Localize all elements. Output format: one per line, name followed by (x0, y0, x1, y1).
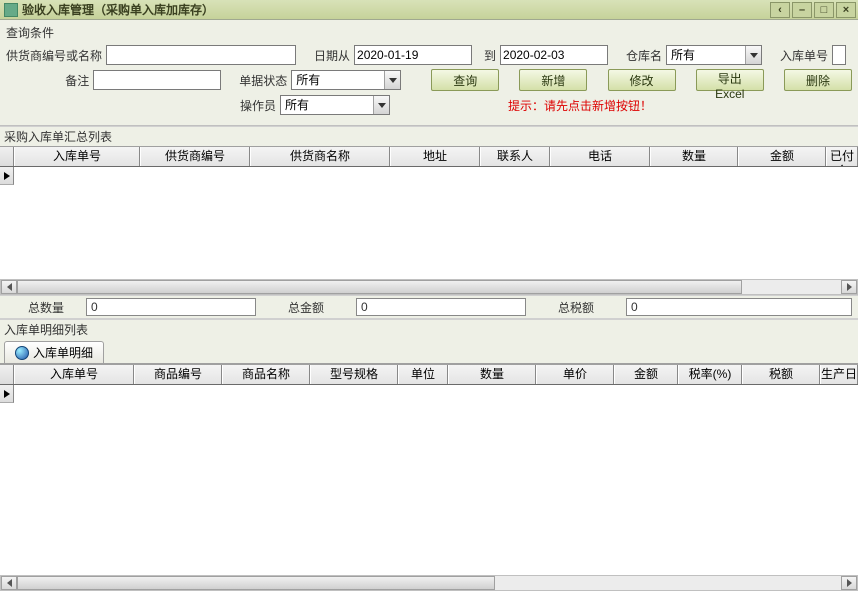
total-qty-value: 0 (86, 298, 256, 316)
totals-bar: 总数量 0 总金额 0 总税额 0 (0, 295, 858, 319)
col-supplier-name[interactable]: 供货商名称 (250, 147, 390, 166)
window-title: 验收入库管理（采购单入库加库存） (22, 1, 770, 18)
date-to-input[interactable] (500, 45, 608, 65)
dcol-qty[interactable]: 数量 (448, 365, 536, 384)
window-buttons: ‹ – □ × (770, 2, 858, 18)
summary-grid: 入库单号 供货商编号 供货商名称 地址 联系人 电话 数量 金额 已付金 (0, 146, 858, 279)
prev-window-button[interactable]: ‹ (770, 2, 790, 18)
scroll-right-button[interactable] (841, 576, 857, 590)
row-selector-head (0, 365, 14, 384)
tab-label: 入库单明细 (33, 344, 93, 361)
total-qty-label: 总数量 (6, 299, 86, 316)
summary-hscroll[interactable] (0, 279, 858, 295)
add-button[interactable]: 新增 (519, 69, 587, 91)
col-inbound-no[interactable]: 入库单号 (14, 147, 140, 166)
operator-label: 操作员 (6, 97, 276, 114)
dcol-tax[interactable]: 税额 (742, 365, 820, 384)
scroll-track[interactable] (17, 280, 841, 294)
dcol-proddate[interactable]: 生产日 (820, 365, 858, 384)
status-label: 单据状态 (239, 72, 287, 89)
export-button[interactable]: 导出Excel (696, 69, 764, 91)
date-from-input[interactable] (354, 45, 472, 65)
total-tax-value: 0 (626, 298, 852, 316)
dcol-item-code[interactable]: 商品编号 (134, 365, 222, 384)
detail-grid: 入库单号 商品编号 商品名称 型号规格 单位 数量 单价 金额 税率(%) 税额… (0, 364, 858, 575)
dcol-item-name[interactable]: 商品名称 (222, 365, 310, 384)
delete-button[interactable]: 删除 (784, 69, 852, 91)
maximize-button[interactable]: □ (814, 2, 834, 18)
col-address[interactable]: 地址 (390, 147, 480, 166)
scroll-thumb[interactable] (17, 280, 742, 294)
dcol-spec[interactable]: 型号规格 (310, 365, 398, 384)
query-panel: 查询条件 供货商编号或名称 日期从 到 仓库名 所有 入库单号 备注 单据状态 … (0, 20, 858, 126)
row-selector[interactable] (0, 167, 14, 185)
col-phone[interactable]: 电话 (550, 147, 650, 166)
scroll-left-button[interactable] (1, 576, 17, 590)
table-row[interactable] (0, 167, 858, 185)
titlebar: 验收入库管理（采购单入库加库存） ‹ – □ × (0, 0, 858, 20)
col-amount[interactable]: 金额 (738, 147, 826, 166)
search-button[interactable]: 查询 (431, 69, 499, 91)
inbound-no-label: 入库单号 (780, 47, 828, 64)
table-row[interactable] (0, 385, 858, 403)
total-amount-label: 总金额 (256, 299, 356, 316)
detail-grid-body[interactable] (0, 385, 858, 575)
col-qty[interactable]: 数量 (650, 147, 738, 166)
query-title: 查询条件 (6, 24, 852, 41)
col-supplier-code[interactable]: 供货商编号 (140, 147, 250, 166)
col-paid[interactable]: 已付金 (826, 147, 858, 166)
edit-button[interactable]: 修改 (608, 69, 676, 91)
app-icon (4, 3, 18, 17)
dcol-unit[interactable]: 单位 (398, 365, 448, 384)
dcol-price[interactable]: 单价 (536, 365, 614, 384)
tab-detail[interactable]: 入库单明细 (4, 341, 104, 363)
detail-tabbar: 入库单明细 (0, 339, 858, 364)
status-select[interactable]: 所有 (291, 70, 401, 90)
scroll-right-button[interactable] (841, 280, 857, 294)
supplier-input[interactable] (106, 45, 296, 65)
detail-section-title: 入库单明细列表 (0, 319, 858, 339)
close-button[interactable]: × (836, 2, 856, 18)
row-selector-head (0, 147, 14, 166)
chevron-down-icon (373, 96, 389, 114)
dcol-taxrate[interactable]: 税率(%) (678, 365, 742, 384)
remark-input[interactable] (93, 70, 221, 90)
col-contact[interactable]: 联系人 (480, 147, 550, 166)
hint-text: 提示：请先点击新增按钮！ (508, 97, 652, 114)
warehouse-select[interactable]: 所有 (666, 45, 762, 65)
date-to-label: 到 (484, 47, 496, 64)
detail-hscroll[interactable] (0, 575, 858, 591)
minimize-button[interactable]: – (792, 2, 812, 18)
chevron-down-icon (745, 46, 761, 64)
row-selector[interactable] (0, 385, 14, 403)
summary-section-title: 采购入库单汇总列表 (0, 126, 858, 146)
total-tax-label: 总税额 (526, 299, 626, 316)
remark-label: 备注 (6, 72, 89, 89)
dcol-amount[interactable]: 金额 (614, 365, 678, 384)
summary-grid-header: 入库单号 供货商编号 供货商名称 地址 联系人 电话 数量 金额 已付金 (0, 146, 858, 167)
inbound-no-input[interactable] (832, 45, 846, 65)
globe-icon (15, 346, 29, 360)
detail-grid-header: 入库单号 商品编号 商品名称 型号规格 单位 数量 单价 金额 税率(%) 税额… (0, 364, 858, 385)
warehouse-label: 仓库名 (626, 47, 662, 64)
date-from-label: 日期从 (314, 47, 350, 64)
summary-grid-body[interactable] (0, 167, 858, 279)
supplier-label: 供货商编号或名称 (6, 47, 102, 64)
scroll-track[interactable] (17, 576, 841, 590)
scroll-thumb[interactable] (17, 576, 495, 590)
scroll-left-button[interactable] (1, 280, 17, 294)
operator-select[interactable]: 所有 (280, 95, 390, 115)
total-amount-value: 0 (356, 298, 526, 316)
dcol-inbound-no[interactable]: 入库单号 (14, 365, 134, 384)
chevron-down-icon (384, 71, 400, 89)
